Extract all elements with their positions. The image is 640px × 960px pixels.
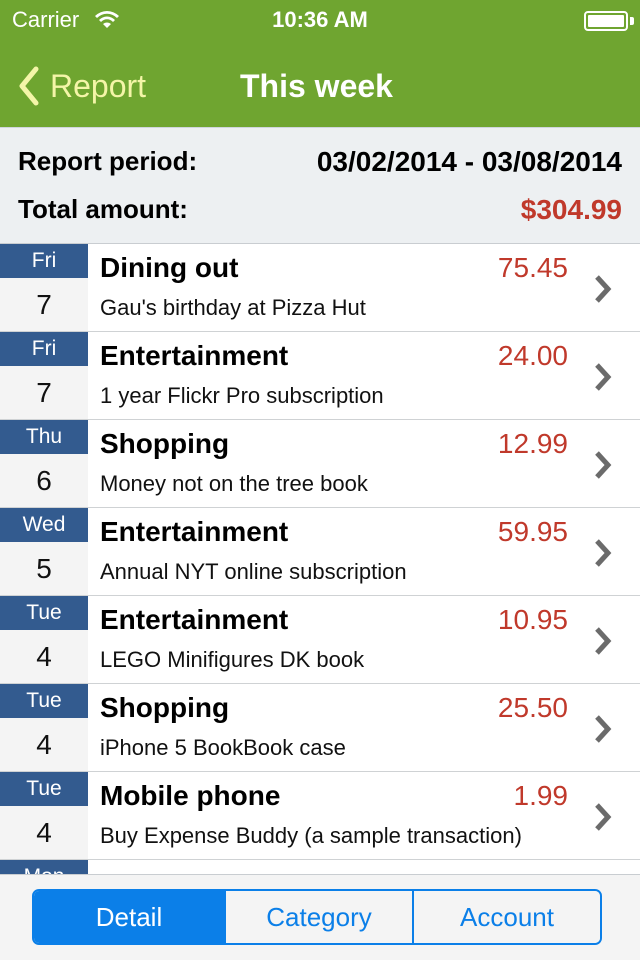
report-period-label: Report period:: [18, 146, 198, 176]
segment-detail[interactable]: Detail: [34, 891, 224, 943]
date-badge: Tue 4: [0, 772, 88, 859]
category-label: Entertainment: [100, 604, 289, 635]
category-label: Shopping: [100, 692, 230, 723]
chevron-right-icon: [595, 539, 612, 567]
amount-label: 10.95: [497, 604, 568, 635]
day-name: Tue: [0, 772, 88, 806]
bottom-toolbar: Detail Category Account: [0, 874, 640, 960]
chevron-right-icon: [595, 275, 612, 303]
chevron-right-icon: [595, 803, 612, 831]
battery-tip: [630, 17, 634, 25]
date-badge: Thu 6: [0, 420, 88, 507]
transaction-row[interactable]: Tue 4 Shopping iPhone 5 BookBook case 25.50: [0, 684, 640, 772]
chevron-left-icon: [19, 66, 39, 106]
day-number: 4: [36, 729, 52, 760]
transaction-row[interactable]: Thu 6 Shopping Money not on the tree book 12…: [0, 420, 640, 508]
category-label: Mobile phone: [100, 780, 281, 811]
segment-category[interactable]: Category: [224, 891, 412, 943]
transaction-list[interactable]: Fri 7 Dining out Gau's birthday at Pizza Hu…: [0, 244, 640, 874]
amount-label: 24.00: [497, 340, 568, 371]
date-badge: Fri 7: [0, 244, 88, 331]
date-badge: Fri 7: [0, 332, 88, 419]
day-name: Thu: [0, 420, 88, 454]
day-number: 4: [36, 817, 52, 848]
segment-account[interactable]: Account: [412, 891, 600, 943]
back-button[interactable]: Report: [16, 64, 146, 108]
note-label: Gau's birthday at Pizza Hut: [100, 295, 366, 320]
date-badge: Tue 4: [0, 596, 88, 683]
day-name: Tue: [0, 596, 88, 630]
transaction-row[interactable]: Tue 4 Mobile phone Buy Expense Buddy (a sam…: [0, 772, 640, 860]
category-label: Entertainment: [100, 516, 289, 547]
category-label: Entertainment: [100, 340, 289, 371]
note-label: 1 year Flickr Pro subscription: [100, 383, 384, 408]
total-amount-label: Total amount:: [18, 194, 188, 224]
transaction-row[interactable]: Mon: [0, 860, 640, 874]
transaction-row[interactable]: Fri 7 Dining out Gau's birthday at Pizza Hu…: [0, 244, 640, 332]
day-number: 5: [36, 553, 52, 584]
day-number: 6: [36, 465, 52, 496]
status-bar: Carrier 10:36 AM: [0, 0, 640, 40]
day-number: 7: [36, 377, 52, 408]
chevron-right-icon: [595, 451, 612, 479]
category-label: Dining out: [100, 252, 239, 283]
date-badge: Tue 4: [0, 684, 88, 771]
total-amount-value: $304.99: [520, 194, 622, 225]
note-label: Annual NYT online subscription: [100, 559, 407, 584]
day-name: Fri: [0, 332, 88, 366]
date-badge: Mon: [0, 860, 88, 874]
report-period-value: 03/02/2014 - 03/08/2014: [316, 146, 622, 177]
day-name: Tue: [0, 684, 88, 718]
page-title: This week: [240, 68, 393, 104]
transaction-row[interactable]: Tue 4 Entertainment LEGO Minifigures DK boo…: [0, 596, 640, 684]
transaction-row[interactable]: Wed 5 Entertainment Annual NYT online subsc…: [0, 508, 640, 596]
amount-label: 1.99: [513, 780, 569, 811]
amount-label: 59.95: [497, 516, 568, 547]
back-label: Report: [50, 67, 147, 104]
day-name: Fri: [0, 244, 88, 278]
chevron-right-icon: [595, 715, 612, 743]
battery-icon: [584, 11, 628, 31]
note-label: Money not on the tree book: [100, 471, 368, 496]
report-summary: Report period: 03/02/2014 - 03/08/2014 T…: [0, 128, 640, 244]
date-badge: Wed 5: [0, 508, 88, 595]
note-label: Buy Expense Buddy (a sample transaction): [100, 823, 522, 848]
day-number: 4: [36, 641, 52, 672]
day-number: 7: [36, 289, 52, 320]
amount-label: 25.50: [497, 692, 568, 723]
amount-label: 75.45: [497, 252, 568, 283]
chevron-right-icon: [595, 363, 612, 391]
view-segmented-control[interactable]: Detail Category Account: [32, 889, 602, 945]
amount-label: 12.99: [497, 428, 568, 459]
chevron-right-icon: [595, 627, 612, 655]
navigation-bar: Report This week: [0, 40, 640, 128]
day-name: Mon: [0, 860, 88, 874]
transaction-row[interactable]: Fri 7 Entertainment 1 year Flickr Pro subsc…: [0, 332, 640, 420]
category-label: Shopping: [100, 428, 230, 459]
day-name: Wed: [0, 508, 88, 542]
note-label: LEGO Minifigures DK book: [100, 647, 365, 672]
clock: 10:36 AM: [272, 7, 368, 32]
note-label: iPhone 5 BookBook case: [100, 735, 346, 760]
